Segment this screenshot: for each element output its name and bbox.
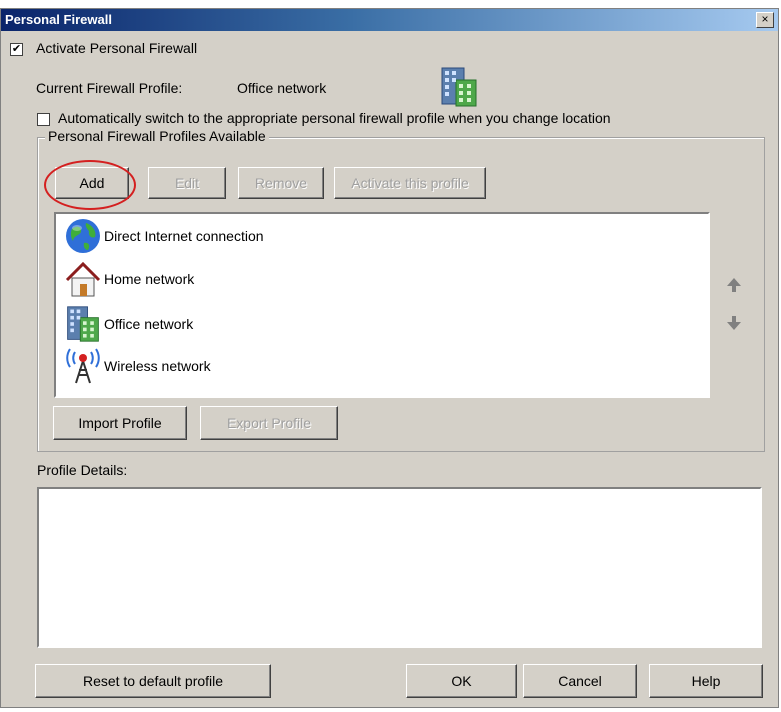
list-item-label: Wireless network xyxy=(104,358,211,374)
import-profile-button[interactable]: Import Profile xyxy=(53,406,187,440)
activate-firewall-checkbox[interactable]: ✔ xyxy=(10,43,23,56)
list-item-label: Office network xyxy=(104,316,194,332)
ok-button[interactable]: OK xyxy=(406,664,517,698)
house-icon xyxy=(65,261,101,297)
cancel-button[interactable]: Cancel xyxy=(523,664,637,698)
profile-details-label: Profile Details: xyxy=(37,462,128,478)
add-button[interactable]: Add xyxy=(55,167,129,199)
list-item-office-network[interactable]: Office network xyxy=(64,304,193,344)
window-title: Personal Firewall xyxy=(5,12,112,27)
auto-switch-label[interactable]: Automatically switch to the appropriate … xyxy=(58,110,611,126)
list-item-label: Direct Internet connection xyxy=(104,228,264,244)
profile-details-box[interactable] xyxy=(37,487,762,648)
move-up-arrow-icon[interactable] xyxy=(725,276,743,294)
reset-default-profile-button[interactable]: Reset to default profile xyxy=(35,664,271,698)
globe-icon xyxy=(66,219,100,253)
list-item-label: Home network xyxy=(104,271,195,287)
help-button[interactable]: Help xyxy=(649,664,763,698)
list-item-direct-internet[interactable]: Direct Internet connection xyxy=(64,216,264,256)
activate-profile-button[interactable]: Activate this profile xyxy=(334,167,486,199)
auto-switch-checkbox[interactable] xyxy=(37,113,50,126)
profiles-group-legend: Personal Firewall Profiles Available xyxy=(45,128,269,144)
close-button[interactable]: × xyxy=(756,12,774,28)
wireless-tower-icon xyxy=(66,348,100,384)
profile-list[interactable]: Direct Internet connection Home network … xyxy=(54,212,710,398)
list-item-home-network[interactable]: Home network xyxy=(64,259,194,299)
activate-firewall-label[interactable]: Activate Personal Firewall xyxy=(36,40,197,56)
list-item-wireless-network[interactable]: Wireless network xyxy=(64,346,211,386)
current-profile-value: Office network xyxy=(237,80,327,96)
export-profile-button[interactable]: Export Profile xyxy=(200,406,338,440)
current-profile-label: Current Firewall Profile: xyxy=(36,80,183,96)
move-down-arrow-icon[interactable] xyxy=(725,314,743,332)
remove-button[interactable]: Remove xyxy=(238,167,324,199)
office-building-icon xyxy=(441,67,477,107)
title-bar[interactable]: Personal Firewall × xyxy=(1,9,778,31)
office-building-icon xyxy=(67,306,99,342)
edit-button[interactable]: Edit xyxy=(148,167,226,199)
